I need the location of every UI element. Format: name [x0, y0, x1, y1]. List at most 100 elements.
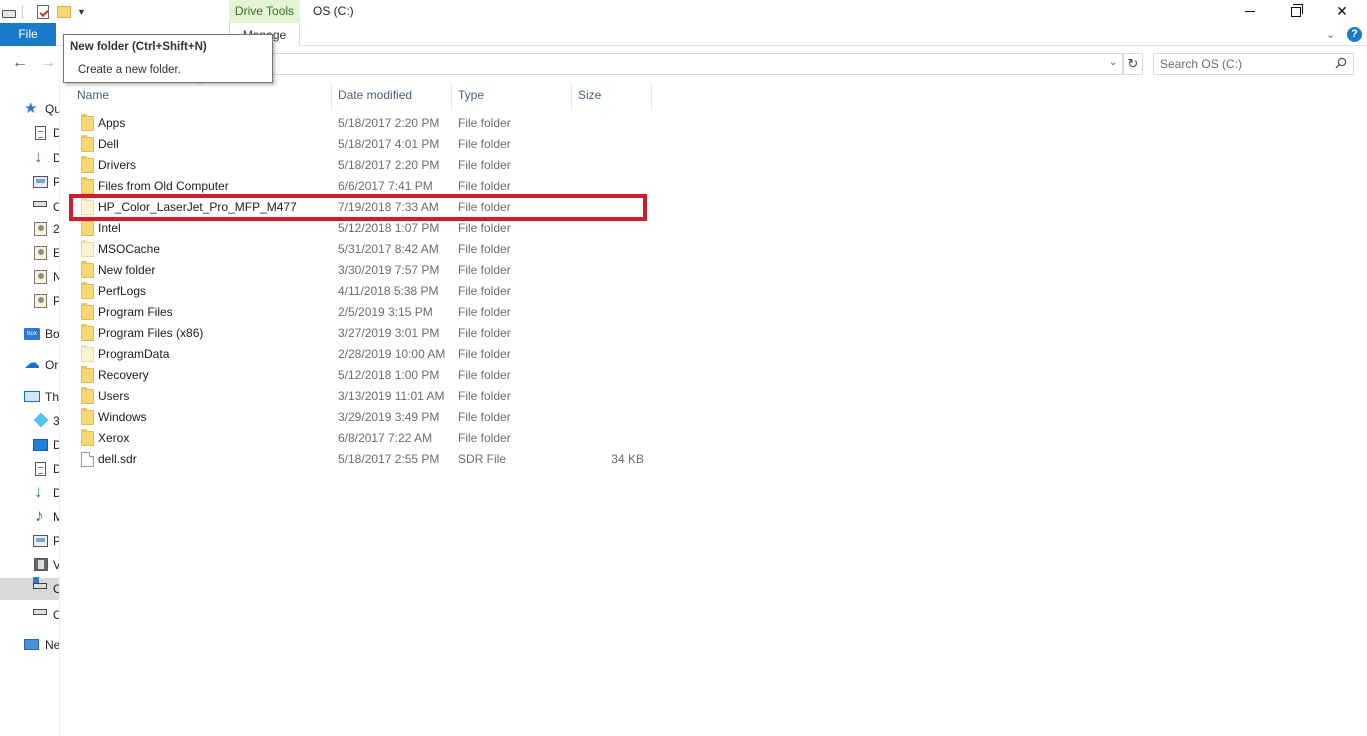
file-name: Apps	[98, 116, 126, 130]
file-type: File folder	[458, 431, 511, 445]
sidebar-item-this-pc[interactable]: Th	[0, 386, 59, 408]
sidebar-item-downloads[interactable]: D	[0, 147, 59, 169]
sidebar-item-music[interactable]: M	[0, 506, 59, 528]
sidebar-item-label: D	[53, 151, 59, 165]
new-folder-tooltip: New folder (Ctrl+Shift+N) Create a new f…	[63, 34, 273, 83]
table-row[interactable]: Drivers 5/18/2017 2:20 PM File folder	[77, 155, 651, 176]
sidebar-item-drive-c[interactable]: C	[0, 196, 59, 218]
table-row[interactable]: HP_Color_LaserJet_Pro_MFP_M477 7/19/2018…	[77, 197, 651, 218]
column-divider[interactable]	[651, 84, 652, 110]
sidebar-item-pictures-pc[interactable]: P	[0, 530, 59, 552]
sidebar-item-downloads-pc[interactable]: D	[0, 482, 59, 504]
sidebar-item-box[interactable]: box Bo	[0, 323, 59, 345]
sidebar-item-os-c[interactable]: C	[0, 577, 59, 600]
column-divider[interactable]	[571, 84, 572, 110]
sidebar-item-label: C	[53, 582, 59, 596]
table-row[interactable]: Program Files (x86) 3/27/2019 3:01 PM Fi…	[77, 323, 651, 344]
minimize-button[interactable]	[1227, 0, 1273, 23]
user-folder-icon	[34, 246, 47, 260]
table-row[interactable]: Dell 5/18/2017 4:01 PM File folder	[77, 134, 651, 155]
title-bar: ▼ Drive Tools OS (C:) ✕	[0, 0, 1367, 23]
file-date: 5/12/2018 1:00 PM	[338, 368, 440, 382]
table-row[interactable]: Apps 5/18/2017 2:20 PM File folder	[77, 113, 651, 134]
download-icon	[33, 147, 49, 167]
sidebar-item-3d-objects[interactable]: 3	[0, 410, 60, 432]
folder-icon	[81, 429, 94, 446]
folder-icon	[81, 114, 94, 131]
file-date: 5/18/2017 2:55 PM	[338, 452, 440, 466]
column-divider[interactable]	[451, 84, 452, 110]
file-type: File folder	[458, 347, 511, 361]
file-type: File folder	[458, 116, 511, 130]
restore-button[interactable]	[1273, 0, 1319, 23]
sidebar-item-drive-c2[interactable]: C	[0, 604, 59, 626]
file-type: File folder	[458, 284, 511, 298]
sidebar-item-documents[interactable]: D	[0, 122, 59, 144]
column-divider[interactable]	[331, 84, 332, 110]
sidebar-item-network[interactable]: Ne	[0, 634, 60, 656]
sidebar-item-videos[interactable]: V	[0, 554, 59, 576]
column-header-type[interactable]: Type	[453, 84, 571, 106]
sidebar-item-desktop[interactable]: D	[0, 434, 59, 456]
table-row[interactable]: New folder 3/30/2019 7:57 PM File folder	[77, 260, 651, 281]
drive-icon	[33, 609, 47, 615]
table-row[interactable]: Recovery 5/12/2018 1:00 PM File folder	[77, 365, 651, 386]
table-row[interactable]: dell.sdr 5/18/2017 2:55 PM SDR File 34 K…	[77, 449, 651, 470]
folder-icon	[81, 366, 94, 383]
3d-objects-icon	[33, 412, 49, 428]
address-bar[interactable]	[270, 53, 1123, 75]
folder-icon	[81, 282, 94, 299]
file-type: File folder	[458, 221, 511, 235]
new-folder-icon[interactable]	[57, 5, 71, 18]
sidebar-item-label: 3	[53, 414, 60, 428]
minimize-icon	[1245, 11, 1255, 12]
file-name: Users	[98, 389, 130, 403]
column-header-size[interactable]: Size	[573, 84, 651, 106]
sidebar-item-folder-e[interactable]: E	[0, 242, 59, 264]
sidebar-item-label: Or	[45, 358, 59, 372]
sidebar-item-folder-p[interactable]: P	[0, 290, 59, 312]
file-date: 3/29/2019 3:49 PM	[338, 410, 440, 424]
sidebar-item-documents-pc[interactable]: D	[0, 458, 59, 480]
file-date: 3/27/2019 3:01 PM	[338, 326, 440, 340]
file-name: Program Files	[98, 305, 173, 319]
sidebar-item-quick-access[interactable]: Qu	[0, 98, 59, 120]
address-history-chevron-icon[interactable]: ⌄	[1109, 57, 1117, 68]
close-button[interactable]: ✕	[1319, 0, 1365, 23]
folder-icon	[81, 177, 94, 194]
sidebar-item-label: P	[53, 175, 59, 189]
forward-button[interactable]: →	[40, 54, 56, 72]
sidebar-item-label: 2	[53, 222, 60, 236]
table-row[interactable]: Program Files 2/5/2019 3:15 PM File fold…	[77, 302, 651, 323]
table-row[interactable]: Files from Old Computer 6/6/2017 7:41 PM…	[77, 176, 651, 197]
sidebar-item-pictures[interactable]: P	[0, 171, 59, 193]
column-header-date[interactable]: Date modified	[333, 84, 451, 106]
back-button[interactable]: ←	[12, 54, 28, 72]
sidebar-item-folder-2[interactable]: 2	[0, 218, 60, 240]
table-row[interactable]: Windows 3/29/2019 3:49 PM File folder	[77, 407, 651, 428]
sidebar-item-label: E	[53, 246, 59, 260]
customize-qat-chevron-icon[interactable]: ▼	[77, 7, 86, 17]
table-row[interactable]: Xerox 6/8/2017 7:22 AM File folder	[77, 428, 651, 449]
file-type: File folder	[458, 200, 511, 214]
sidebar-item-onedrive[interactable]: Or	[0, 353, 59, 376]
folder-icon	[81, 156, 94, 173]
search-icon[interactable]	[1335, 57, 1347, 69]
tab-file[interactable]: File	[0, 23, 56, 46]
pictures-icon	[33, 176, 48, 188]
help-icon[interactable]: ?	[1347, 27, 1362, 42]
sidebar-item-label: Ne	[45, 638, 60, 652]
table-row[interactable]: ProgramData 2/28/2019 10:00 AM File fold…	[77, 344, 651, 365]
table-row[interactable]: Users 3/13/2019 11:01 AM File folder	[77, 386, 651, 407]
properties-icon[interactable]	[37, 4, 49, 19]
expand-ribbon-chevron-icon[interactable]: ⌄	[1326, 28, 1335, 41]
table-row[interactable]: Intel 5/12/2018 1:07 PM File folder	[77, 218, 651, 239]
sidebar-item-folder-n[interactable]: N	[0, 266, 59, 288]
table-row[interactable]: MSOCache 5/31/2017 8:42 AM File folder	[77, 239, 651, 260]
file-icon	[81, 452, 94, 467]
search-box[interactable]	[1153, 53, 1354, 75]
refresh-button[interactable]: ↻	[1123, 53, 1143, 75]
table-row[interactable]: PerfLogs 4/11/2018 5:38 PM File folder	[77, 281, 651, 302]
search-input[interactable]	[1154, 54, 1329, 74]
drive-icon	[33, 201, 47, 207]
